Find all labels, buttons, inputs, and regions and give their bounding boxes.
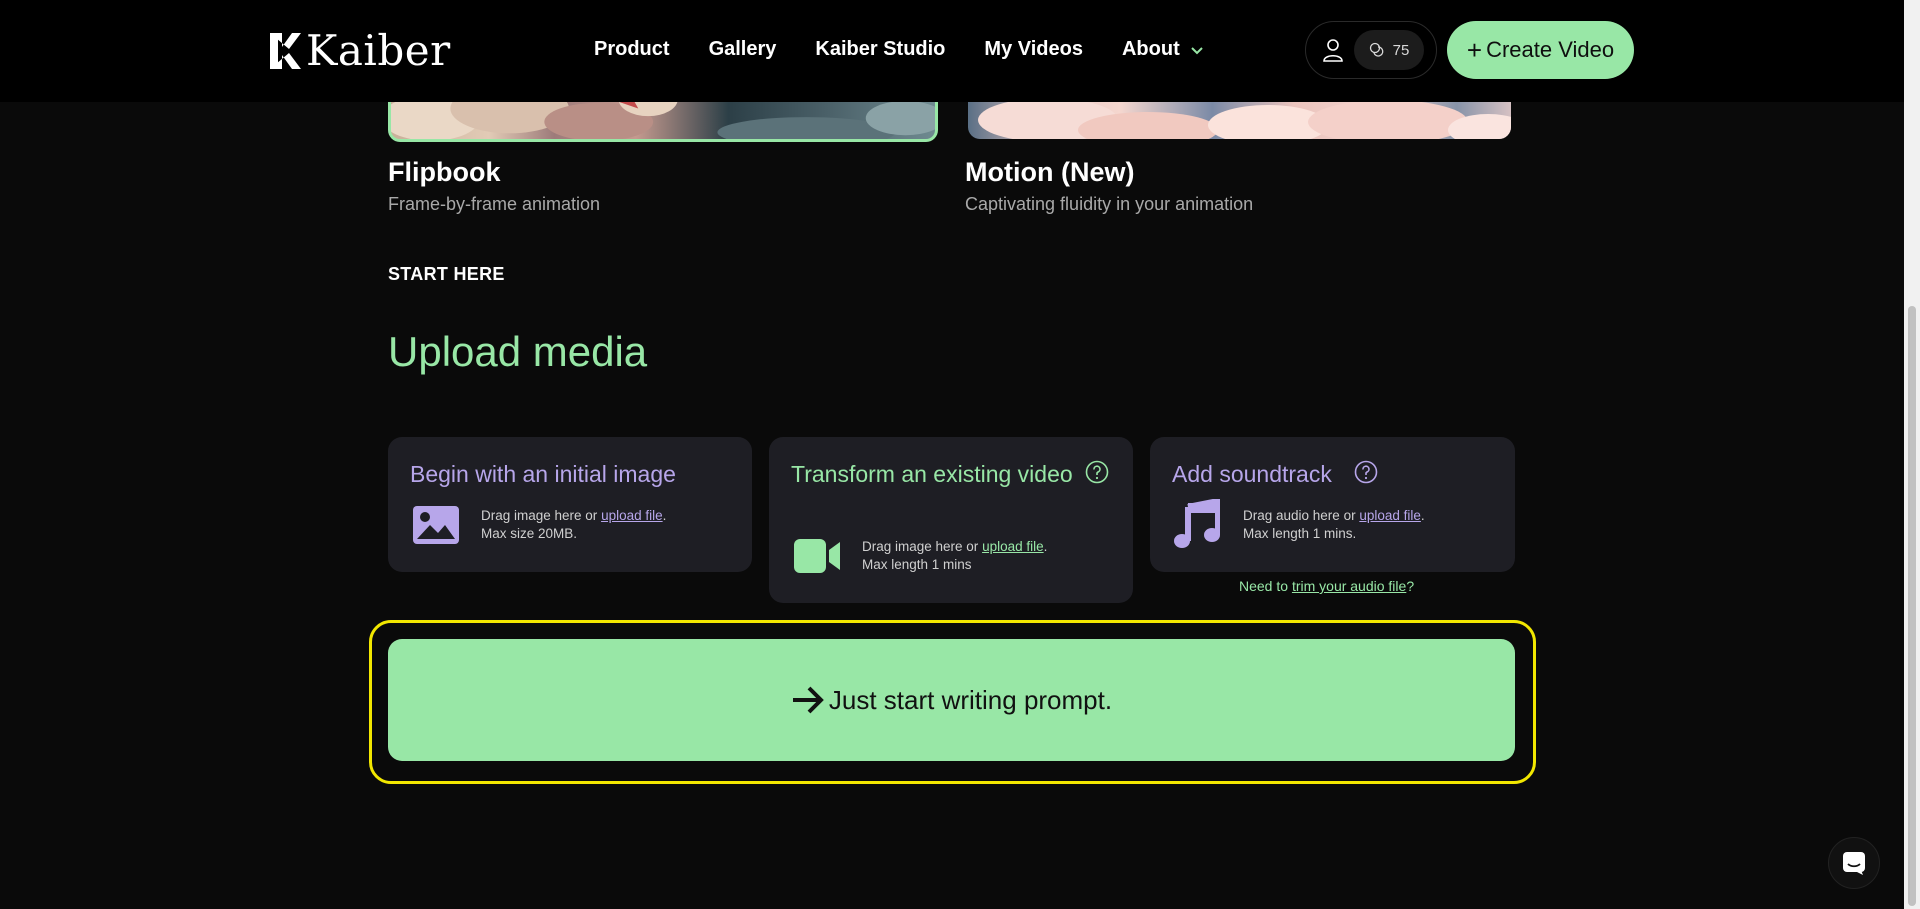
- create-video-label: Create Video: [1486, 37, 1615, 62]
- soundtrack-instructions: Drag audio here or upload file. Max leng…: [1243, 507, 1425, 543]
- trim-audio-note: Need to trim your audio file?: [1239, 578, 1414, 594]
- coins-icon: [1369, 42, 1383, 57]
- initial-image-drag-text: Drag image here or: [481, 508, 602, 523]
- image-icon: [413, 506, 459, 544]
- page-scrollbar-thumb[interactable]: [1908, 306, 1916, 906]
- initial-image-title: Begin with an initial image: [410, 461, 676, 487]
- video-camera-icon: [794, 539, 840, 573]
- initial-image-dropzone[interactable]: Begin with an initial image Drag image h…: [388, 437, 752, 572]
- motion-subtitle: Captivating fluidity in your animation: [965, 194, 1254, 214]
- chat-icon: [1843, 852, 1865, 875]
- initial-image-upload-link[interactable]: upload file: [601, 508, 663, 523]
- help-icon[interactable]: [1085, 460, 1109, 484]
- existing-video-instructions: Drag image here or upload file. Max leng…: [862, 538, 1047, 574]
- existing-video-drag-text: Drag image here or: [862, 539, 983, 554]
- account-pill[interactable]: 75: [1305, 21, 1437, 79]
- flipbook-subtitle: Frame-by-frame animation: [388, 194, 601, 214]
- arrow-right-icon: [792, 686, 824, 714]
- credits-badge: 75: [1354, 30, 1424, 70]
- kaiber-logo-mark-icon: [270, 33, 301, 69]
- start-here-heading: START HERE: [388, 264, 505, 284]
- kaiber-logo[interactable]: Kaiber: [268, 28, 451, 74]
- trim-audio-link[interactable]: trim your audio file: [1292, 578, 1406, 594]
- existing-video-dot: .: [1043, 539, 1048, 554]
- nav-about-label: About: [1121, 38, 1180, 60]
- music-note-icon: [1174, 499, 1220, 548]
- existing-video-limit: Max length 1 mins: [862, 557, 972, 572]
- soundtrack-title: Add soundtrack: [1172, 461, 1332, 487]
- trim-prefix: Need to: [1239, 578, 1292, 594]
- logo-text: Kaiber: [306, 26, 451, 75]
- trim-suffix: ?: [1406, 578, 1415, 594]
- flipbook-title[interactable]: Flipbook: [388, 157, 500, 188]
- nav-about[interactable]: About: [1122, 38, 1204, 61]
- existing-video-dropzone[interactable]: Transform an existing video Drag image h…: [769, 437, 1133, 603]
- top-navbar: Kaiber Product Gallery Kaiber Studio My …: [0, 0, 1904, 102]
- existing-video-upload-link[interactable]: upload file: [982, 539, 1044, 554]
- chevron-down-icon: [1191, 46, 1203, 54]
- soundtrack-drag-text: Drag audio here or: [1243, 508, 1360, 523]
- initial-image-instructions: Drag image here or upload file. Max size…: [481, 507, 666, 543]
- create-video-button[interactable]: + Create Video: [1447, 21, 1634, 79]
- soundtrack-dot: .: [1420, 508, 1425, 523]
- nav-gallery[interactable]: Gallery: [709, 38, 777, 61]
- initial-image-limit: Max size 20MB.: [481, 526, 578, 541]
- nav-product[interactable]: Product: [594, 38, 670, 61]
- soundtrack-limit: Max length 1 mins.: [1243, 526, 1357, 541]
- initial-image-dot: .: [662, 508, 667, 523]
- nav-kaiber-studio[interactable]: Kaiber Studio: [815, 38, 945, 61]
- plus-icon: +: [1466, 35, 1483, 65]
- motion-title[interactable]: Motion (New): [965, 157, 1134, 188]
- nav-my-videos[interactable]: My Videos: [984, 38, 1083, 61]
- upload-media-heading: Upload media: [388, 328, 648, 375]
- credits-count: 75: [1392, 41, 1410, 59]
- existing-video-title: Transform an existing video: [791, 461, 1073, 487]
- user-icon[interactable]: [1320, 37, 1346, 63]
- help-icon[interactable]: [1354, 460, 1378, 484]
- prompt-button-label: Just start writing prompt.: [828, 684, 1113, 715]
- main-nav: Product Gallery Kaiber Studio My Videos …: [594, 38, 1243, 61]
- start-writing-prompt-button[interactable]: Just start writing prompt.: [388, 639, 1515, 761]
- soundtrack-dropzone[interactable]: Add soundtrack Drag audio here or upload…: [1150, 437, 1515, 572]
- soundtrack-upload-link[interactable]: upload file: [1359, 508, 1421, 523]
- chat-support-button[interactable]: [1828, 837, 1880, 889]
